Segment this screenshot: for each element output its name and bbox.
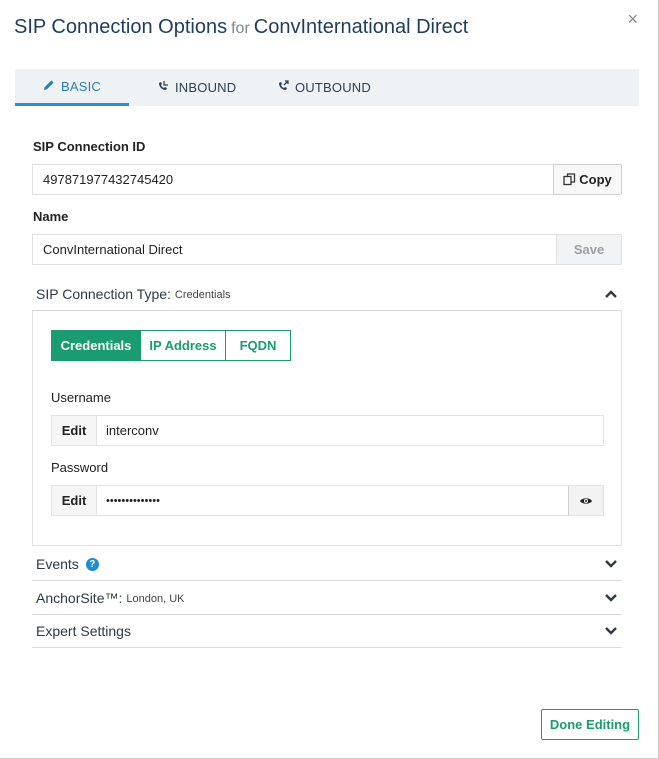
close-icon[interactable]: × <box>627 10 638 28</box>
username-label: Username <box>51 390 111 405</box>
connection-type-header[interactable]: SIP Connection Type: Credentials <box>32 278 622 311</box>
tab-inbound-label: INBOUND <box>175 80 237 95</box>
connection-type-heading: SIP Connection Type: <box>36 286 171 302</box>
connection-type-current: Credentials <box>174 289 231 301</box>
anchorsite-section-header[interactable]: AnchorSite™: London, UK <box>32 582 622 615</box>
password-edit-button[interactable]: Edit <box>52 486 97 515</box>
modal-title: SIP Connection Options for ConvInternation… <box>14 16 468 39</box>
sip-connection-modal: SIP Connection Options for ConvInternation… <box>0 0 659 759</box>
expert-settings-heading: Expert Settings <box>36 623 131 639</box>
title-main: SIP Connection Options <box>14 16 228 38</box>
inbound-call-icon <box>157 80 169 95</box>
username-value: interconv <box>106 423 159 438</box>
tab-outbound-label: OUTBOUND <box>295 80 371 95</box>
help-icon[interactable]: ? <box>85 557 99 571</box>
connection-type-panel: Credentials IP Address FQDN Username Edi… <box>32 311 622 546</box>
username-edit-button[interactable]: Edit <box>52 416 97 445</box>
save-button[interactable]: Save <box>556 234 622 265</box>
done-editing-button[interactable]: Done Editing <box>541 709 639 740</box>
username-group: Edit interconv <box>51 415 604 446</box>
title-for: for <box>231 20 250 37</box>
chevron-down-icon <box>605 627 617 635</box>
type-option-fqdn[interactable]: FQDN <box>226 330 291 361</box>
events-heading: Events <box>36 556 79 572</box>
name-label: Name <box>33 209 69 224</box>
anchorsite-value: London, UK <box>126 593 185 605</box>
password-group: Edit •••••••••••••• <box>51 485 604 516</box>
eye-icon[interactable] <box>568 486 603 515</box>
chevron-down-icon <box>605 560 617 568</box>
name-input[interactable]: ConvInternational Direct <box>32 234 557 265</box>
tab-basic-label: BASIC <box>61 78 102 94</box>
connection-type-selector: Credentials IP Address FQDN <box>51 330 291 361</box>
pencil-icon <box>43 79 55 94</box>
tab-basic[interactable]: BASIC <box>15 69 129 106</box>
copy-icon <box>563 173 576 186</box>
anchorsite-heading: AnchorSite™: <box>36 590 123 606</box>
connection-id-label: SIP Connection ID <box>33 139 146 154</box>
expert-settings-section-header[interactable]: Expert Settings <box>32 615 622 648</box>
password-label: Password <box>51 460 109 475</box>
password-value: •••••••••••••• <box>106 494 160 507</box>
type-option-credentials[interactable]: Credentials <box>51 330 141 361</box>
tab-bar: BASIC INBOUND OUTBOUND <box>15 69 639 106</box>
copy-button-label: Copy <box>579 172 612 187</box>
chevron-down-icon <box>605 594 617 602</box>
type-option-ip-address[interactable]: IP Address <box>141 330 226 361</box>
title-connection-name: ConvInternational Direct <box>253 16 469 38</box>
connection-id-field: 497871977432745420 <box>32 164 554 195</box>
copy-button[interactable]: Copy <box>553 164 622 195</box>
outbound-call-icon <box>277 80 289 95</box>
events-section-header[interactable]: Events ? <box>32 548 622 581</box>
tab-inbound[interactable]: INBOUND <box>129 69 257 106</box>
chevron-up-icon <box>605 290 617 298</box>
tab-outbound[interactable]: OUTBOUND <box>257 69 371 106</box>
